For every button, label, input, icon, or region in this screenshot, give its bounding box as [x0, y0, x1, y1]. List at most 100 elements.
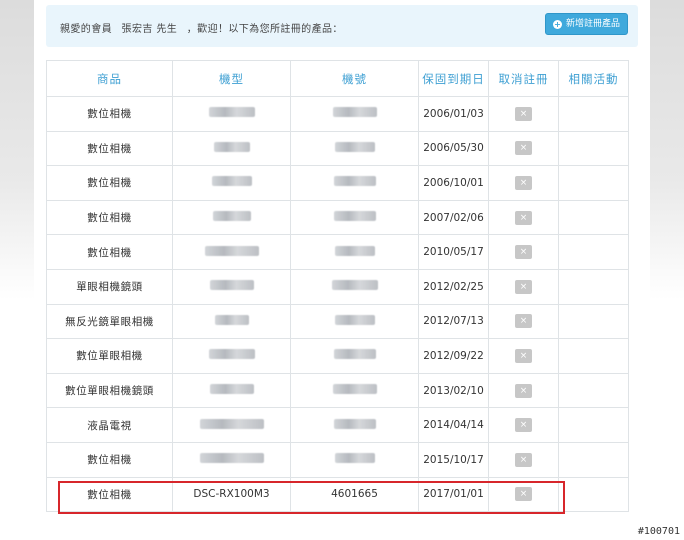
redacted-serial [333, 176, 376, 187]
cancel-registration-button[interactable]: × [515, 245, 532, 260]
warranty-date: 2013/02/10 [418, 372, 489, 409]
warranty-date: 2006/05/30 [418, 130, 489, 167]
cancel-registration-button[interactable]: × [515, 210, 532, 225]
serial-cell [290, 96, 419, 132]
table-row: 單眼相機鏡頭 2012/02/25 × [46, 268, 629, 305]
cancel-registration-button[interactable]: × [515, 452, 532, 467]
table-row: 數位單眼相機鏡頭 2013/02/10 × [46, 372, 629, 409]
product-name: 數位相機 [46, 130, 173, 167]
cancel-cell: × [488, 268, 559, 305]
header-cancel: 取消註冊 [488, 60, 559, 97]
model-cell [172, 268, 291, 305]
serial-cell [290, 303, 419, 340]
redacted-serial [333, 211, 376, 222]
warranty-date: 2012/02/25 [418, 268, 489, 305]
member-name: 張宏吉 先生 [121, 24, 178, 35]
greeting: 親愛的會員 [60, 24, 112, 35]
redacted-serial [333, 349, 376, 360]
redacted-serial [334, 141, 375, 152]
product-name: 數位相機 [46, 165, 173, 201]
redacted-model [204, 245, 259, 256]
model-cell [172, 130, 291, 167]
cancel-registration-button[interactable]: × [515, 279, 532, 294]
cancel-cell: × [488, 338, 559, 374]
redacted-model [208, 349, 255, 360]
redacted-model [199, 453, 264, 464]
cancel-registration-button[interactable]: × [515, 141, 532, 156]
cancel-registration-button[interactable]: × [515, 314, 532, 329]
table-row: 數位相機 2015/10/17 × [46, 441, 629, 478]
product-name: 液晶電視 [46, 407, 173, 443]
table-row: 數位相機 2007/02/06 × [46, 199, 629, 236]
serial-cell [290, 441, 419, 478]
serial-cell [290, 268, 419, 305]
cancel-registration-button[interactable]: × [515, 418, 532, 433]
warranty-date: 2014/04/14 [418, 407, 489, 443]
redacted-model [209, 384, 254, 395]
cancel-registration-button[interactable]: × [515, 487, 532, 502]
warranty-date: 2006/01/03 [418, 96, 489, 132]
products-table: 商品 機型 機號 保固到期日 取消註冊 相關活動 數位相機 2006/01/03… [46, 60, 629, 513]
product-name: 數位相機 [46, 476, 173, 513]
redacted-model [212, 211, 251, 222]
product-name: 數位相機 [46, 234, 173, 270]
cancel-registration-button[interactable]: × [515, 348, 532, 363]
model-cell [172, 165, 291, 201]
cancel-registration-button[interactable]: × [515, 383, 532, 398]
model-cell [172, 96, 291, 132]
cancel-cell: × [488, 476, 559, 513]
header-activities: 相關活動 [558, 60, 629, 97]
redacted-serial [331, 280, 378, 291]
plus-circle-icon: + [552, 19, 562, 29]
redacted-serial [334, 453, 375, 464]
table-header-row: 商品 機型 機號 保固到期日 取消註冊 相關活動 [46, 60, 629, 97]
background-side-right [650, 0, 684, 300]
product-name: 數位單眼相機鏡頭 [46, 372, 173, 409]
model-cell [172, 234, 291, 270]
model-cell: DSC-RX100M3 [172, 476, 291, 513]
redacted-model [214, 314, 249, 325]
add-product-button[interactable]: + 新增註冊產品 [544, 13, 628, 35]
warranty-date: 2007/02/06 [418, 199, 489, 236]
activities-cell [558, 96, 629, 132]
product-name: 單眼相機鏡頭 [46, 268, 173, 305]
warranty-date: 2010/05/17 [418, 234, 489, 270]
header-serial: 機號 [290, 60, 419, 97]
welcome-message: ，歡迎！以下為您所註冊的產品： [186, 24, 343, 35]
model-cell [172, 303, 291, 340]
redacted-serial [332, 384, 377, 395]
serial-cell [290, 130, 419, 167]
redacted-serial [334, 314, 375, 325]
activities-cell [558, 130, 629, 167]
model-cell [172, 338, 291, 374]
cancel-cell: × [488, 199, 559, 236]
cancel-cell: × [488, 372, 559, 409]
serial-cell [290, 234, 419, 270]
redacted-model [209, 280, 254, 291]
header-warranty: 保固到期日 [418, 60, 489, 97]
warranty-date: 2012/07/13 [418, 303, 489, 340]
redacted-model [199, 418, 264, 429]
table-row: 數位相機 2006/05/30 × [46, 130, 629, 167]
activities-cell [558, 441, 629, 478]
cancel-cell: × [488, 441, 559, 478]
table-row: 數位相機 2006/01/03 × [46, 96, 629, 132]
product-name: 數位單眼相機 [46, 338, 173, 374]
welcome-text: 親愛的會員 張宏吉 先生 ，歡迎！以下為您所註冊的產品： [60, 20, 349, 35]
serial-cell [290, 372, 419, 409]
redacted-model [208, 107, 255, 118]
product-name: 數位相機 [46, 96, 173, 132]
cancel-cell: × [488, 96, 559, 132]
cancel-cell: × [488, 234, 559, 270]
product-name: 數位相機 [46, 199, 173, 236]
activities-cell [558, 338, 629, 374]
header-product: 商品 [46, 60, 173, 97]
cancel-registration-button[interactable]: × [515, 175, 532, 190]
serial-cell [290, 338, 419, 374]
cancel-registration-button[interactable]: × [515, 106, 532, 121]
model-cell [172, 199, 291, 236]
welcome-bar: 親愛的會員 張宏吉 先生 ，歡迎！以下為您所註冊的產品： + 新增註冊產品 [46, 5, 638, 47]
redacted-serial [332, 107, 377, 118]
model-cell [172, 372, 291, 409]
activities-cell [558, 303, 629, 340]
